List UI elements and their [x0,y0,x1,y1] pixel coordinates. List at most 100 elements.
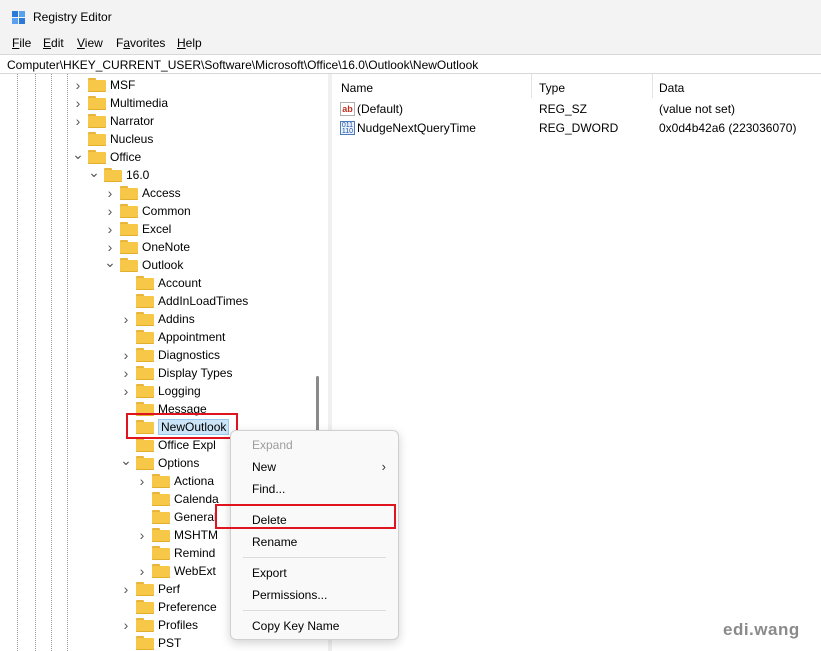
chevron-right-icon[interactable]: › [120,616,132,634]
tree-item-label[interactable]: Nucleus [110,132,153,146]
tree-item-label[interactable]: Profiles [158,618,198,632]
tree-item-label[interactable]: Options [158,456,199,470]
tree-item-label[interactable]: 16.0 [126,168,149,182]
address-bar[interactable]: Computer\HKEY_CURRENT_USER\Software\Micr… [0,54,821,74]
column-data-header[interactable]: Data [659,81,684,95]
menu-favorites[interactable]: Favorites [116,36,165,50]
menu-view[interactable]: View [77,36,103,50]
tree-item-display-types[interactable]: › Display Types [0,364,328,382]
folder-icon [88,132,106,146]
tree-scrollbar-thumb[interactable] [316,376,319,432]
context-menu-copy-key-name[interactable]: Copy Key Name [231,615,398,637]
chevron-right-icon[interactable]: › [104,202,116,220]
tree-item-label[interactable]: Remind [174,546,215,560]
menu-file[interactable]: File [12,36,31,50]
chevron-right-icon[interactable]: › [104,184,116,202]
tree-item-office[interactable]: ⌄ Office [0,147,328,166]
value-type: REG_DWORD [539,121,619,135]
column-divider[interactable] [531,74,532,98]
tree-item-label[interactable]: MSHTM [174,528,218,542]
chevron-right-icon[interactable]: › [136,472,148,490]
chevron-right-icon[interactable]: › [120,382,132,400]
chevron-right-icon[interactable]: › [72,94,84,112]
chevron-down-icon[interactable]: ⌄ [72,147,84,166]
column-divider[interactable] [652,74,653,98]
value-row[interactable]: ab (Default) REG_SZ (value not set) [332,100,821,118]
chevron-down-icon[interactable]: ⌄ [120,453,132,472]
chevron-right-icon[interactable]: › [136,562,148,580]
tree-item-label[interactable]: Addins [158,312,195,326]
column-name-header[interactable]: Name [341,81,373,95]
tree-item-label[interactable]: WebExt [174,564,216,578]
folder-icon [136,600,154,614]
chevron-right-icon[interactable]: › [136,526,148,544]
tree-item-label[interactable]: Multimedia [110,96,168,110]
tree-item-label[interactable]: Account [158,276,201,290]
value-name: (Default) [357,102,404,116]
menu-edit[interactable]: Edit [43,36,64,50]
tree-item-access[interactable]: › Access [0,184,328,202]
tree-item-label[interactable]: General [174,510,217,524]
tree-item-addinloadtimes[interactable]: AddInLoadTimes [0,292,328,310]
tree-item-account[interactable]: Account [0,274,328,292]
tree-item-appointment[interactable]: Appointment [0,328,328,346]
column-type-header[interactable]: Type [539,81,565,95]
tree-item-label[interactable]: Access [142,186,181,200]
tree-item-nucleus[interactable]: Nucleus [0,130,328,148]
tree-item-label[interactable]: Display Types [158,366,232,380]
tree-item-label[interactable]: Excel [142,222,171,236]
tree-item-label[interactable]: Preference [158,600,217,614]
tree-item-label[interactable]: OneNote [142,240,190,254]
string-value-icon: ab [340,102,355,116]
tree-item-label[interactable]: Actiona [174,474,214,488]
values-list-pane[interactable]: Name Type Data ab (Default) REG_SZ (value n… [332,74,821,651]
tree-item-label[interactable]: AddInLoadTimes [158,294,248,308]
chevron-down-icon[interactable]: ⌄ [104,255,116,274]
tree-item-addins[interactable]: › Addins [0,310,328,328]
chevron-right-icon[interactable]: › [120,364,132,382]
folder-icon [136,384,154,398]
tree-item-label[interactable]: Calenda [174,492,219,506]
tree-item-excel[interactable]: › Excel [0,220,328,238]
watermark: edi.wang [723,620,800,639]
tree-item-label[interactable]: Office [110,150,141,164]
tree-item-common[interactable]: › Common [0,202,328,220]
tree-item-label[interactable]: PST [158,636,181,650]
tree-item-diagnostics[interactable]: › Diagnostics [0,346,328,364]
address-path[interactable]: Computer\HKEY_CURRENT_USER\Software\Micr… [7,58,478,72]
chevron-right-icon[interactable]: › [120,310,132,328]
chevron-right-icon[interactable]: › [120,346,132,364]
menu-help[interactable]: Help [177,36,202,50]
chevron-right-icon[interactable]: › [72,76,84,94]
tree-item-label[interactable]: Common [142,204,191,218]
context-menu-export[interactable]: Export [231,562,398,584]
chevron-right-icon[interactable]: › [72,112,84,130]
tree-item-label[interactable]: Narrator [110,114,154,128]
tree-item-outlook[interactable]: ⌄ Outlook [0,255,328,274]
chevron-right-icon[interactable]: › [120,580,132,598]
tree-item-onenote[interactable]: › OneNote [0,238,328,256]
folder-icon [120,222,138,236]
tree-item-msf[interactable]: › MSF [0,76,328,94]
tree-item-label[interactable]: Diagnostics [158,348,220,362]
tree-item-multimedia[interactable]: › Multimedia [0,94,328,112]
context-menu-label: Expand [252,438,293,452]
tree-item-label[interactable]: Office Expl [158,438,216,452]
context-menu-permissions[interactable]: Permissions... [231,584,398,606]
chevron-down-icon[interactable]: ⌄ [88,165,100,184]
context-menu-new[interactable]: New › [231,456,398,478]
tree-item-label[interactable]: Outlook [142,258,183,272]
context-menu-rename[interactable]: Rename [231,531,398,553]
folder-icon [152,546,170,560]
context-menu-find[interactable]: Find... [231,478,398,500]
tree-item-label[interactable]: Appointment [158,330,225,344]
chevron-right-icon[interactable]: › [104,220,116,238]
tree-item-narrator[interactable]: › Narrator [0,112,328,130]
folder-icon [120,258,138,272]
tree-item-logging[interactable]: › Logging [0,382,328,400]
tree-item-16-0[interactable]: ⌄ 16.0 [0,165,328,184]
tree-item-label[interactable]: Perf [158,582,180,596]
value-row[interactable]: 011 110 NudgeNextQueryTime REG_DWORD 0x0d4b… [332,119,821,137]
tree-item-label[interactable]: Logging [158,384,201,398]
tree-item-label[interactable]: MSF [110,78,135,92]
